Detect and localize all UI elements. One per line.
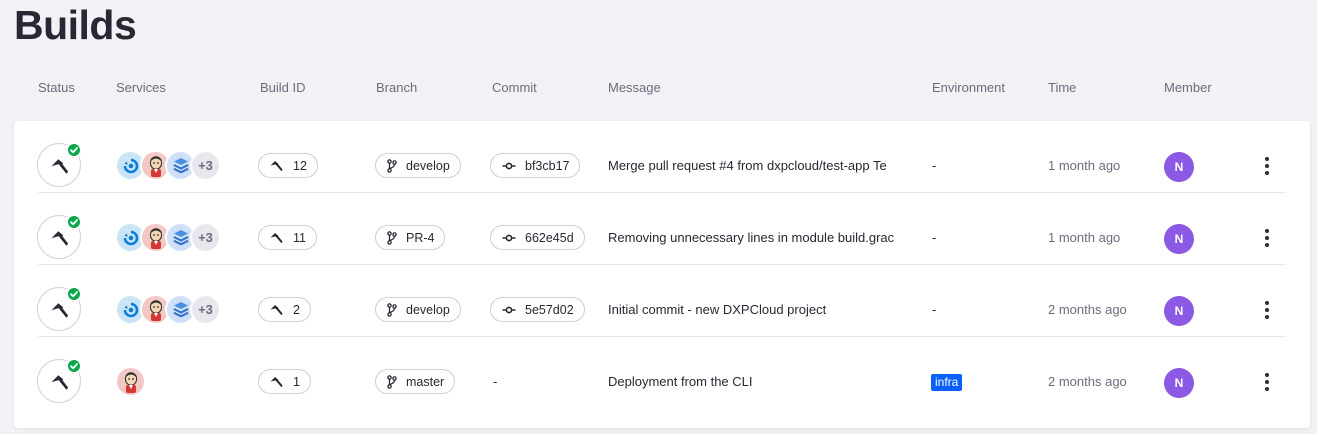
column-header-commit: Commit <box>492 80 537 95</box>
build-id-label: 11 <box>293 230 306 245</box>
build-id-label: 2 <box>293 302 300 317</box>
environment-badge[interactable]: infra <box>931 374 963 391</box>
commit-tag[interactable]: 5e57d02 <box>490 297 585 322</box>
avatar[interactable]: N <box>1164 224 1194 254</box>
branch-tag[interactable]: develop <box>375 153 461 178</box>
environment-value: - <box>932 230 937 245</box>
column-header-build-id: Build ID <box>260 80 306 95</box>
more-services-count[interactable]: +3 <box>190 150 221 181</box>
git-commit-icon <box>502 234 516 241</box>
column-header-message: Message <box>608 80 661 95</box>
git-branch-icon <box>387 302 397 317</box>
branch-label: PR-4 <box>406 230 435 245</box>
column-header-time: Time <box>1048 80 1077 95</box>
branch-label: develop <box>406 302 450 317</box>
environment-value: - <box>932 302 937 317</box>
column-header-environment: Environment <box>932 80 1005 95</box>
git-commit-icon <box>502 162 516 169</box>
build-id-tag[interactable]: 11 <box>258 225 317 250</box>
git-branch-icon <box>387 230 397 245</box>
build-message: Merge pull request #4 from dxpcloud/test… <box>608 158 887 173</box>
git-commit-icon <box>502 306 516 313</box>
build-time: 1 month ago <box>1048 158 1121 173</box>
check-circle-icon <box>66 142 82 158</box>
page-title: Builds <box>14 2 137 48</box>
hammer-icon <box>270 304 283 315</box>
jenkins-icon <box>115 366 146 397</box>
check-circle-icon <box>66 358 82 374</box>
build-message: Initial commit - new DXPCloud project <box>608 302 827 317</box>
commit-value: - <box>493 374 498 389</box>
kebab-menu-icon[interactable] <box>1261 299 1273 321</box>
branch-tag[interactable]: master <box>375 369 456 394</box>
table-row[interactable]: 1 master - Deployment from the CLI infra… <box>14 337 1310 409</box>
hammer-icon <box>51 159 69 174</box>
build-time: 2 months ago <box>1048 374 1127 389</box>
more-services-count[interactable]: +3 <box>190 294 221 325</box>
build-time: 1 month ago <box>1048 230 1121 245</box>
kebab-menu-icon[interactable] <box>1261 227 1273 249</box>
services-group[interactable] <box>115 366 225 398</box>
services-group[interactable]: +3 <box>115 150 225 182</box>
build-id-tag[interactable]: 1 <box>258 369 311 394</box>
commit-label: 662e45d <box>525 230 574 245</box>
hammer-icon <box>51 375 69 390</box>
build-time: 2 months ago <box>1048 302 1127 317</box>
git-branch-icon <box>387 158 397 173</box>
commit-tag[interactable]: 662e45d <box>490 225 585 250</box>
table-row[interactable]: +3 2 develop 5e57d02 Initial commit - ne… <box>14 265 1310 337</box>
column-header-services: Services <box>116 80 166 95</box>
git-branch-icon <box>387 374 397 389</box>
commit-tag[interactable]: bf3cb17 <box>490 153 581 178</box>
avatar[interactable]: N <box>1164 368 1194 398</box>
kebab-menu-icon[interactable] <box>1261 155 1273 177</box>
kebab-menu-icon[interactable] <box>1261 371 1273 393</box>
build-id-tag[interactable]: 12 <box>258 153 318 178</box>
commit-label: 5e57d02 <box>525 302 574 317</box>
services-group[interactable]: +3 <box>115 294 225 326</box>
branch-label: develop <box>406 158 450 173</box>
services-group[interactable]: +3 <box>115 222 225 254</box>
avatar[interactable]: N <box>1164 152 1194 182</box>
build-message: Deployment from the CLI <box>608 374 753 389</box>
build-id-tag[interactable]: 2 <box>258 297 311 322</box>
hammer-icon <box>270 232 283 243</box>
column-header-branch: Branch <box>376 80 418 95</box>
commit-label: bf3cb17 <box>525 158 570 173</box>
branch-label: master <box>406 374 445 389</box>
build-id-label: 12 <box>293 158 307 173</box>
table-header: Status Services Build ID Branch Commit M… <box>0 80 1317 98</box>
hammer-icon <box>270 160 283 171</box>
branch-tag[interactable]: PR-4 <box>375 225 446 250</box>
column-header-status: Status <box>38 80 75 95</box>
branch-tag[interactable]: develop <box>375 297 461 322</box>
more-services-count[interactable]: +3 <box>190 222 221 253</box>
table-row[interactable]: +3 11 PR-4 662e45d Removing unnecessary … <box>14 193 1310 265</box>
hammer-icon <box>51 231 69 246</box>
column-header-member: Member <box>1164 80 1212 95</box>
build-id-label: 1 <box>293 374 300 389</box>
builds-table: +3 12 develop bf3cb17 Merge pull request… <box>14 121 1310 428</box>
environment-value: - <box>932 158 937 173</box>
build-message: Removing unnecessary lines in module bui… <box>608 230 895 245</box>
avatar[interactable]: N <box>1164 296 1194 326</box>
hammer-icon <box>270 376 283 387</box>
check-circle-icon <box>66 286 82 302</box>
check-circle-icon <box>66 214 82 230</box>
table-row[interactable]: +3 12 develop bf3cb17 Merge pull request… <box>14 121 1310 193</box>
hammer-icon <box>51 303 69 318</box>
